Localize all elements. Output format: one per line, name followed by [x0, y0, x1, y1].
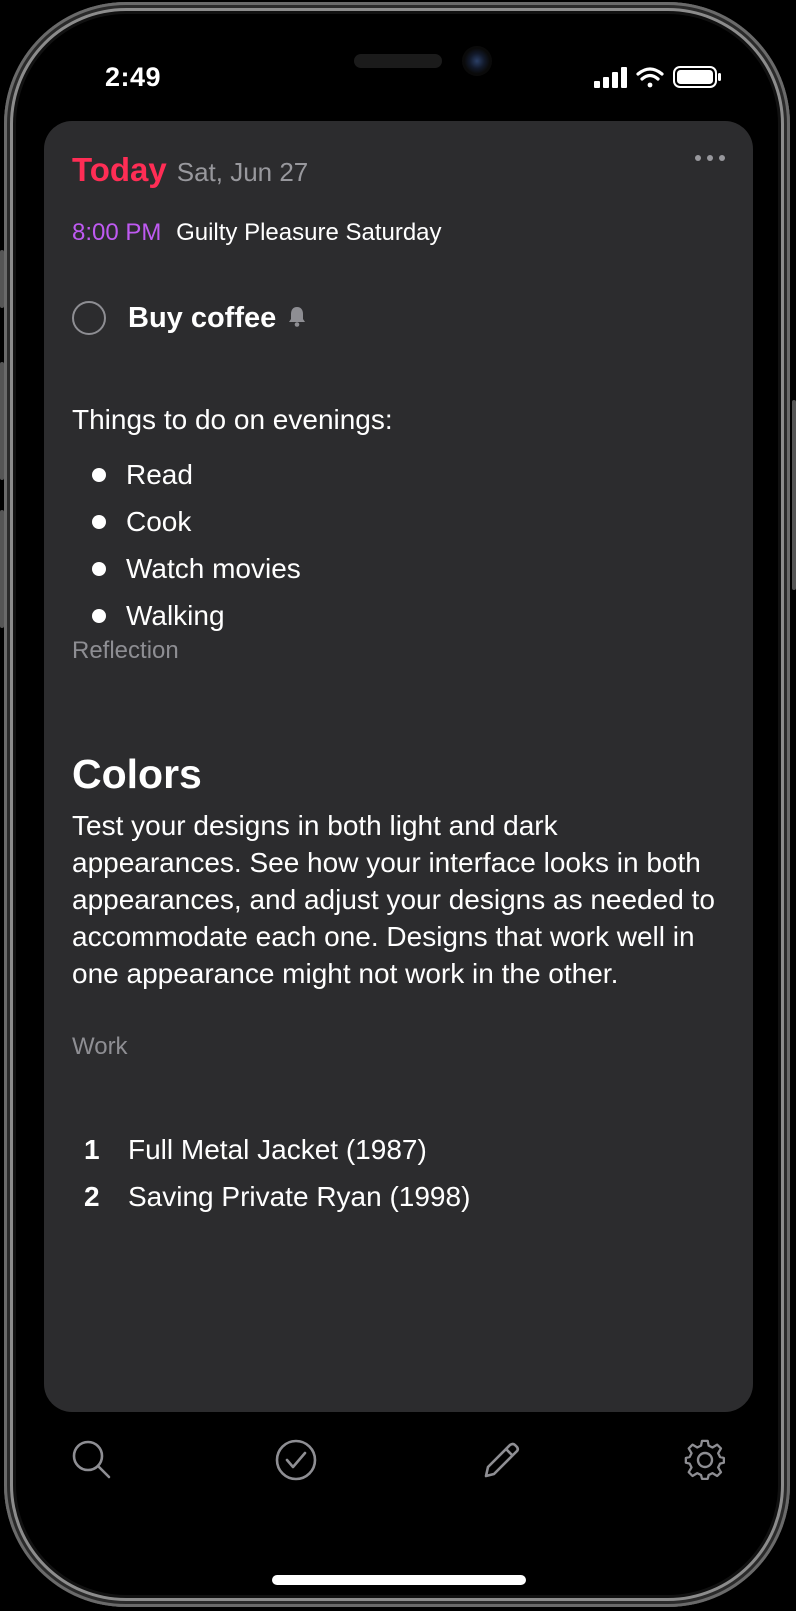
list-item: Walking [72, 592, 301, 639]
volume-up-button [0, 362, 4, 480]
home-indicator[interactable] [272, 1575, 526, 1585]
search-icon[interactable] [70, 1438, 114, 1482]
note-intro: Things to do on evenings: [72, 404, 393, 435]
list-item-label: Watch movies [126, 552, 301, 584]
battery-icon [673, 66, 721, 88]
calendar-event[interactable]: 8:00 PM Guilty Pleasure Saturday [72, 219, 442, 247]
note-tag-work[interactable]: Work [72, 1033, 128, 1061]
list-item: Read [72, 451, 301, 498]
list-item: Watch movies [72, 545, 301, 592]
bullet-dot [92, 514, 106, 529]
more-options-icon[interactable] [695, 155, 725, 161]
list-item-label: Saving Private Ryan (1998) [128, 1180, 471, 1212]
bullet-dot [92, 608, 106, 623]
list-item: Cook [72, 498, 301, 545]
note-paragraph: Test your designs in both light and dark… [72, 810, 715, 989]
status-time: 2:49 [105, 62, 162, 92]
today-header: Today Sat, Jun 27 [72, 151, 308, 189]
list-item-label: Full Metal Jacket (1987) [128, 1133, 427, 1165]
list-item-label: Cook [126, 505, 192, 537]
silent-switch [0, 250, 4, 308]
bullet-dot [92, 467, 106, 482]
power-button [792, 400, 796, 590]
bullet-dot [92, 561, 106, 576]
page-title: Today [72, 151, 167, 188]
numbered-list: 1 Full Metal Jacket (1987) 2 Saving Privat… [72, 1126, 470, 1220]
date-label: Sat, Jun 27 [176, 157, 309, 187]
checkmark-circle-icon[interactable] [274, 1438, 318, 1482]
list-item-label: Read [126, 458, 193, 490]
event-time: 8:00 PM [72, 219, 162, 246]
list-number: 1 [84, 1133, 100, 1165]
front-camera [462, 46, 492, 76]
volume-down-button [0, 510, 4, 628]
todo-label: Buy coffee [128, 301, 277, 334]
wifi-icon [636, 67, 664, 88]
list-item-label: Walking [126, 599, 225, 631]
list-number: 2 [84, 1180, 100, 1212]
note-heading: Colors [72, 751, 202, 797]
todo-item[interactable]: Buy coffee [72, 301, 306, 335]
status-icons [594, 64, 724, 92]
bell-icon [288, 305, 306, 332]
pencil-icon[interactable] [478, 1438, 522, 1482]
cellular-signal-icon [594, 67, 627, 88]
today-card: Today Sat, Jun 27 8:00 PM Guilty Pleasur… [44, 121, 753, 1412]
bullet-list: Read Cook Watch movies Walking [72, 451, 301, 639]
gear-icon[interactable] [683, 1438, 727, 1482]
event-title: Guilty Pleasure Saturday [176, 219, 442, 246]
speaker-grille [354, 54, 442, 68]
list-item: 2 Saving Private Ryan (1998) [72, 1173, 470, 1220]
tab-bar [0, 1420, 796, 1490]
todo-checkbox[interactable] [72, 301, 106, 335]
note-tag-reflection[interactable]: Reflection [72, 637, 179, 665]
list-item: 1 Full Metal Jacket (1987) [72, 1126, 470, 1173]
